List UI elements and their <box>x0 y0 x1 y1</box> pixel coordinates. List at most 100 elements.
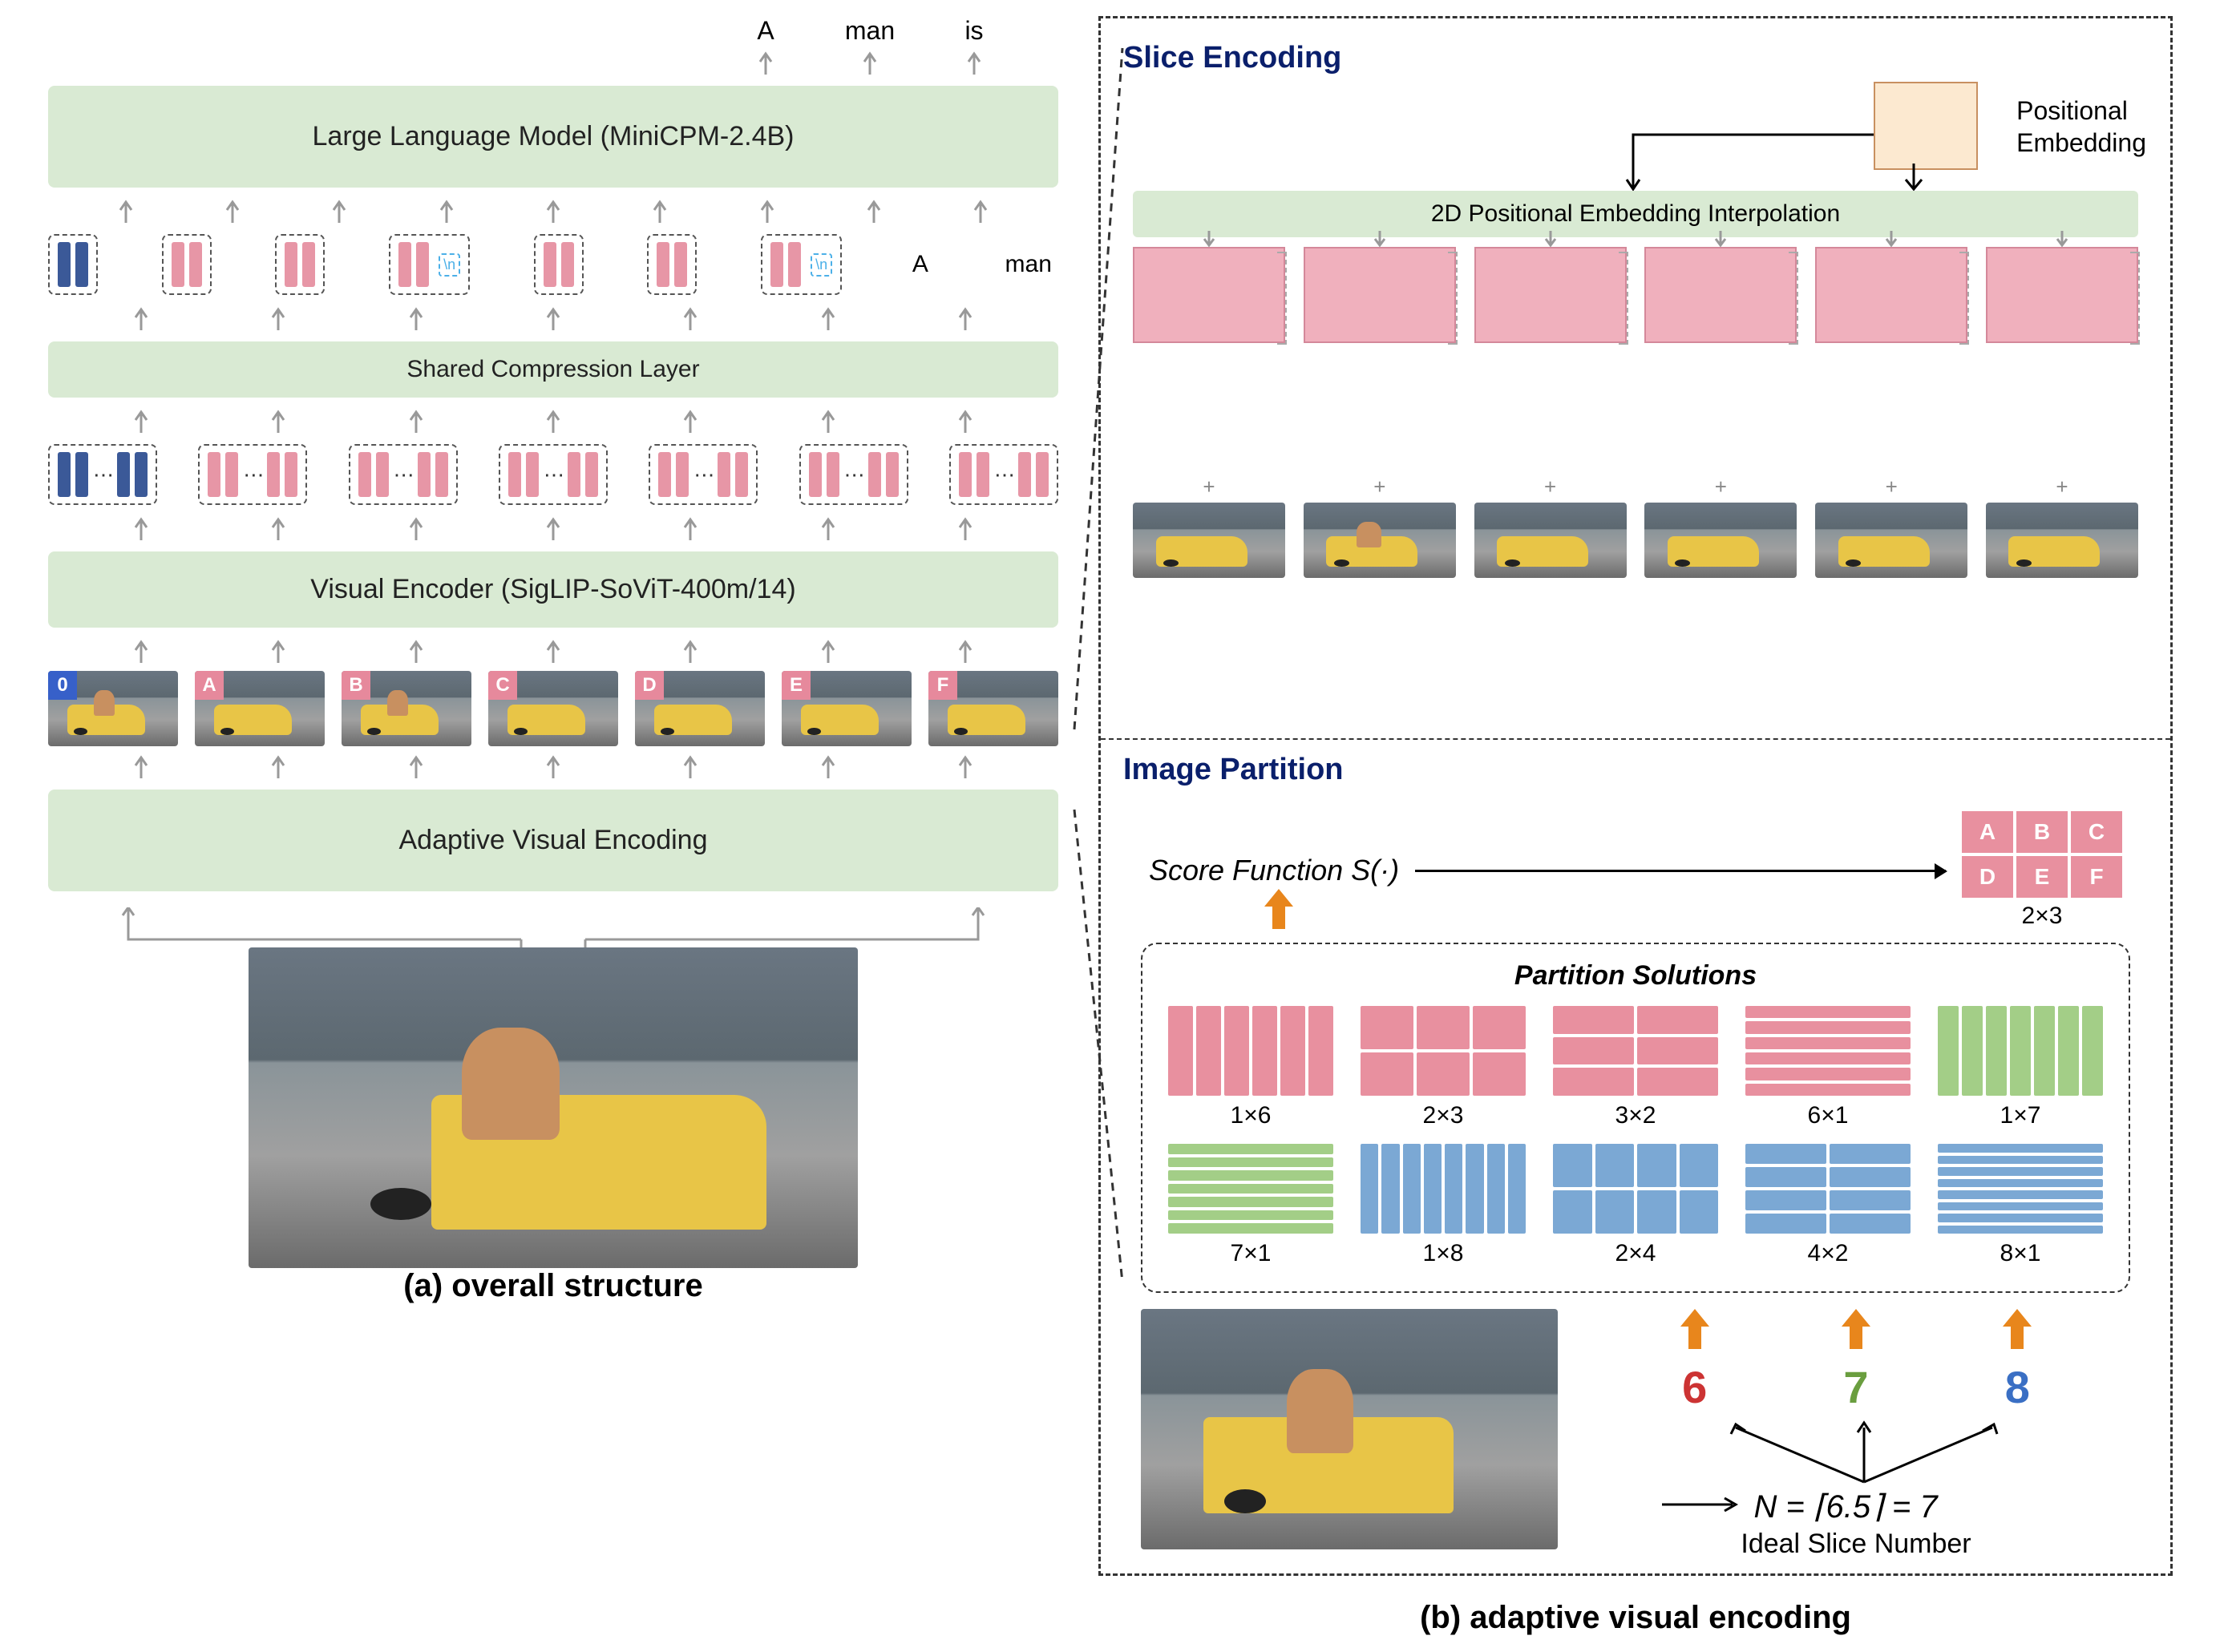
arrow-up-icon <box>622 754 759 778</box>
slice-embedding <box>1644 247 1797 343</box>
newline-token: \n <box>811 253 832 277</box>
arrow-up-icon <box>286 199 393 223</box>
slice-thumb: D <box>1644 503 1797 578</box>
partition-option: 4×2 <box>1744 1142 1912 1267</box>
candidate-numbers: 6 7 8 <box>1614 1361 2098 1413</box>
output-token: man <box>842 16 898 46</box>
slice-embedding <box>1474 247 1627 343</box>
orange-arrow-up-icon <box>1261 889 1296 933</box>
output-tokens: A man is <box>16 16 1002 46</box>
token-group <box>534 234 584 295</box>
partition-option: 1×7 <box>1936 1004 2105 1129</box>
slice-tag: F <box>928 671 957 700</box>
partition-label: 6×1 <box>1744 1102 1912 1129</box>
partition-solutions-title: Partition Solutions <box>1167 960 2105 992</box>
ideal-slice-row: 6 7 8 N = ⌈6.5⌉ = 7 Ideal Slice Number <box>1141 1309 2130 1557</box>
partition-option: 1×8 <box>1359 1142 1527 1267</box>
token-group <box>647 234 697 295</box>
arrow-up-icon <box>347 409 484 433</box>
image-partition-title: Image Partition <box>1123 753 2154 787</box>
plus-icon: + <box>1986 475 2138 499</box>
arrow-up-icon <box>897 409 1034 433</box>
arrow-up-icon <box>209 306 346 330</box>
token-group <box>275 234 325 295</box>
arrow-right-icon <box>1662 1496 1742 1513</box>
formula: N = ⌈6.5⌉ = 7 <box>1753 1488 1937 1525</box>
partition-option: 3×2 <box>1551 1004 1720 1129</box>
arrow-up-icon <box>897 306 1034 330</box>
slice-tag: 0 <box>48 671 77 700</box>
partition-label: 1×7 <box>1936 1102 2105 1129</box>
token-group: ⋯ <box>349 444 458 505</box>
arrow-up-icon <box>759 639 896 663</box>
caption-right: (b) adaptive visual encoding <box>1098 1600 2173 1636</box>
slice-thumb: B <box>342 671 471 746</box>
slice-embedding <box>1133 247 1285 343</box>
arrow-up-icon <box>209 516 346 540</box>
arrows-compression-in <box>72 409 1034 433</box>
arrow-up-icon <box>714 199 820 223</box>
orange-arrow-up-icon <box>2000 1309 2035 1353</box>
arrow-right-icon <box>1415 870 1946 872</box>
slice-thumb: D <box>635 671 765 746</box>
slice-thumb: F <box>928 671 1058 746</box>
partition-option: 2×3 <box>1359 1004 1527 1129</box>
slice-tag: D <box>635 671 664 700</box>
slice-tag: E <box>782 671 811 700</box>
score-function-label: Score Function S(·) <box>1149 854 1399 887</box>
plus-icon: + <box>1474 475 1627 499</box>
arrows-llm-input <box>72 199 1034 223</box>
encoder-token-row: ⋯ ⋯ ⋯ ⋯ ⋯ ⋯ ⋯ <box>48 444 1058 505</box>
arrow-up-icon <box>347 516 484 540</box>
arrow-up-icon <box>946 50 1002 75</box>
text-token: A <box>906 251 935 278</box>
plus-icon: + <box>1815 475 1967 499</box>
partition-label: 8×1 <box>1936 1240 2105 1267</box>
arrow-up-icon <box>72 306 209 330</box>
output-arrows <box>16 50 1002 75</box>
arrow-up-icon <box>897 754 1034 778</box>
output-token: is <box>946 16 1002 46</box>
token-group: ⋯ <box>649 444 758 505</box>
section-divider <box>1101 738 2170 740</box>
arrow-up-icon <box>484 409 621 433</box>
slice-thumbnails: 0 A B C D E F <box>48 671 1058 746</box>
orange-arrow-up-icon <box>1838 1309 1874 1353</box>
result-cell: B <box>2016 811 2068 853</box>
ideal-slice-label: Ideal Slice Number <box>1582 1529 2130 1560</box>
partition-label: 1×8 <box>1359 1240 1527 1267</box>
token-group: ⋯ <box>499 444 608 505</box>
arrow-up-icon <box>484 516 621 540</box>
arrow-up-icon <box>484 639 621 663</box>
token-group: ⋯ <box>198 444 307 505</box>
input-image <box>249 947 858 1268</box>
partition-solutions-box: Partition Solutions 1×62×33×26×11×7 7×11… <box>1141 943 2130 1293</box>
slice-encoding-title: Slice Encoding <box>1123 41 2154 75</box>
slice-thumb: E <box>782 671 912 746</box>
partition-label: 4×2 <box>1744 1240 1912 1267</box>
visual-encoder-block: Visual Encoder (SigLIP-SoViT-400m/14) <box>48 551 1058 628</box>
slice-thumb: A <box>1133 503 1285 578</box>
partition-label: 1×6 <box>1167 1102 1335 1129</box>
compression-block: Shared Compression Layer <box>48 341 1058 398</box>
partition-option: 8×1 <box>1936 1142 2105 1267</box>
slice-thumb-full: 0 <box>48 671 178 746</box>
selected-partition: A B C D E F 2×3 <box>1962 811 2122 930</box>
positional-embedding-label: Positional Embedding <box>2016 95 2146 159</box>
token-group: \n <box>389 234 470 295</box>
arrow-up-icon <box>820 199 927 223</box>
pos-embed-connector <box>1617 111 1874 191</box>
arrow-up-icon <box>179 199 285 223</box>
positional-embedding-box <box>1874 82 1978 170</box>
arrow-up-icon <box>499 199 606 223</box>
arrow-up-icon <box>209 409 346 433</box>
token-group: ⋯ <box>949 444 1058 505</box>
partition-row: 1×6 2×33×2 6×1 1×7 <box>1167 1004 2105 1129</box>
arrow-up-icon <box>72 639 209 663</box>
arrow-up-icon <box>759 306 896 330</box>
partition-option: 2×4 <box>1551 1142 1720 1267</box>
arrow-up-icon <box>72 754 209 778</box>
arrows-encoder-out <box>72 516 1034 540</box>
partition-label: 2×4 <box>1551 1240 1720 1267</box>
token-group: ⋯ <box>48 444 157 505</box>
